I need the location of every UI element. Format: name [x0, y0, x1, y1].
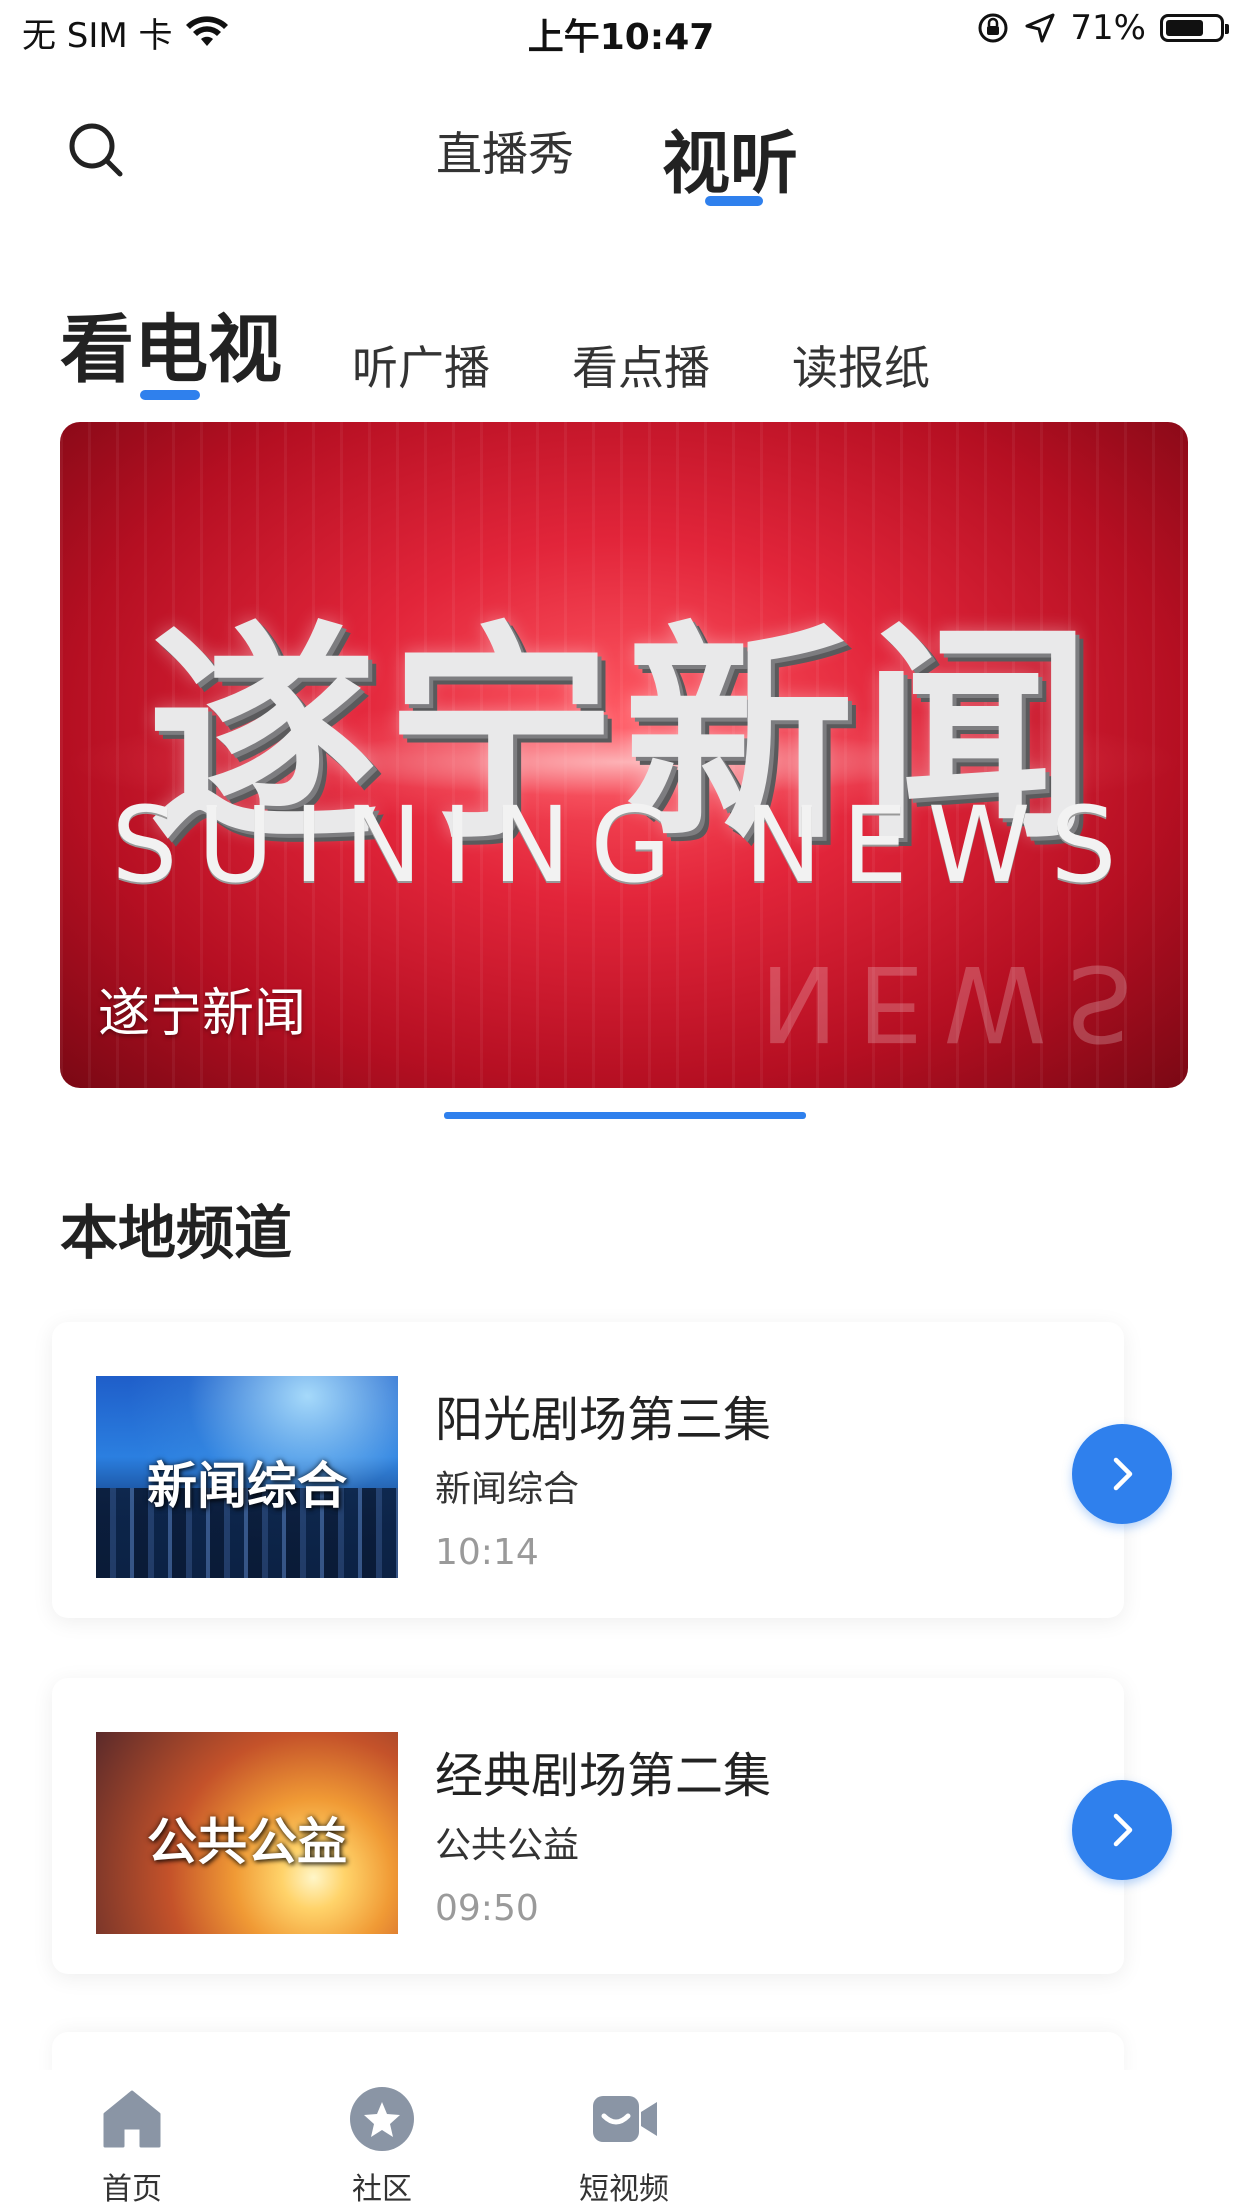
status-right: 71% — [976, 8, 1229, 48]
channel-thumbnail: 新闻综合 — [96, 1376, 398, 1578]
battery-percent: 71% — [1070, 8, 1146, 48]
tab-short-video[interactable]: 短视频 — [554, 2084, 694, 2208]
tab-home[interactable]: 首页 — [62, 2084, 202, 2208]
video-camera-icon — [593, 2096, 657, 2142]
subtab-watch-tv[interactable]: 看电视 — [60, 290, 282, 397]
star-circle-icon — [350, 2087, 414, 2151]
sub-tabs: 看电视 听广播 看点播 读报纸 — [0, 290, 1242, 410]
status-bar: 无 SIM 卡 上午10:47 71% — [0, 0, 1242, 62]
tab-live-show[interactable]: 直播秀 — [436, 118, 574, 184]
chevron-right-icon — [1113, 1457, 1133, 1491]
chevron-right-icon — [1113, 1813, 1133, 1847]
channel-name: 新闻综合 — [435, 1469, 580, 1510]
battery-fill — [1166, 20, 1203, 36]
top-nav: 直播秀 视听 — [0, 100, 1242, 210]
channel-card[interactable]: 新闻综合 阳光剧场第三集 新闻综合 10:14 — [52, 1322, 1124, 1618]
channel-thumbnail: 公共公益 — [96, 1732, 398, 1934]
tab-home-label: 首页 — [102, 2172, 162, 2207]
program-time: 10:14 — [435, 1532, 539, 1573]
banner-reflection: NEWS — [760, 942, 1153, 1064]
featured-banner[interactable]: 遂宁新闻 SUINING NEWS NEWS 遂宁新闻 — [60, 422, 1188, 1088]
thumbnail-label: 公共公益 — [147, 1813, 347, 1871]
channel-name: 公共公益 — [435, 1825, 580, 1866]
carousel-indicator — [444, 1112, 806, 1119]
tab-community[interactable]: 社区 — [312, 2084, 452, 2208]
bottom-tab-bar: 首页 社区 短视频 — [0, 2070, 1242, 2208]
tab-audio-video[interactable]: 视听 — [662, 108, 798, 207]
subtab-radio[interactable]: 听广播 — [352, 332, 490, 398]
home-icon — [103, 2090, 161, 2148]
program-title: 阳光剧场第三集 — [435, 1392, 772, 1448]
subtab-indicator — [140, 390, 200, 400]
rotation-lock-icon — [978, 13, 1008, 43]
subtab-on-demand[interactable]: 看点播 — [572, 332, 710, 398]
tab-short-video-label: 短视频 — [579, 2172, 669, 2207]
location-icon — [1025, 13, 1055, 43]
banner-title-en: SUINING NEWS — [111, 784, 1137, 906]
section-title: 本地频道 — [60, 1199, 293, 1267]
subtab-newspaper[interactable]: 读报纸 — [792, 332, 930, 398]
battery-icon — [1160, 14, 1229, 42]
thumbnail-label: 新闻综合 — [147, 1457, 347, 1515]
open-channel-button[interactable] — [1072, 1780, 1172, 1880]
channel-card[interactable]: 公共公益 经典剧场第二集 公共公益 09:50 — [52, 1678, 1124, 1974]
banner-caption: 遂宁新闻 — [98, 984, 307, 1044]
program-title: 经典剧场第二集 — [435, 1748, 772, 1804]
top-tab-indicator — [705, 196, 763, 206]
open-channel-button[interactable] — [1072, 1424, 1172, 1524]
program-time: 09:50 — [435, 1888, 539, 1929]
tab-community-label: 社区 — [352, 2172, 412, 2207]
